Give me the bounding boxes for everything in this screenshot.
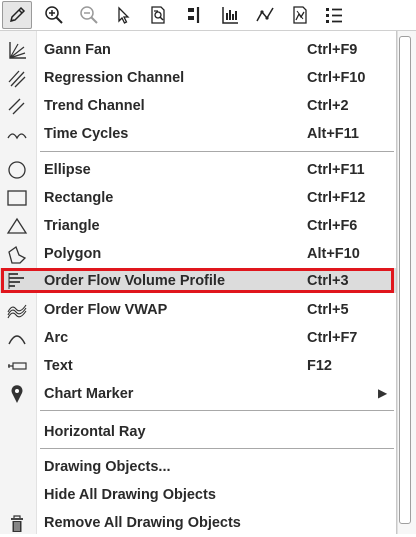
list-button[interactable]	[319, 1, 349, 29]
menu-item-label: Drawing Objects...	[44, 459, 171, 475]
text-icon	[6, 356, 28, 376]
regression-channel-icon	[6, 68, 28, 88]
bar-chart-button[interactable]	[215, 1, 245, 29]
indicator-icon	[293, 6, 307, 24]
menu-item-label: Arc	[44, 330, 69, 346]
menu-item-trend-channel[interactable]: Trend Channel Ctrl+2	[0, 92, 396, 120]
menu-item-shortcut: Ctrl+F9	[307, 42, 358, 58]
zoom-out-button[interactable]	[74, 1, 104, 29]
bar-chart-icon	[222, 7, 238, 24]
menu-item-rectangle[interactable]: Rectangle Ctrl+F12	[0, 184, 396, 212]
menu-item-shortcut: Ctrl+F6	[307, 218, 358, 234]
menu-separator	[40, 151, 394, 152]
menu-item-label: Order Flow VWAP	[44, 302, 168, 318]
cursor-icon	[118, 6, 130, 24]
polygon-icon	[6, 244, 28, 264]
menu-item-chart-marker[interactable]: Chart Marker ▶	[0, 380, 396, 408]
menu-item-order-flow-vwap[interactable]: Order Flow VWAP Ctrl+5	[0, 296, 396, 324]
data-box-icon	[151, 6, 165, 24]
menu-item-arc[interactable]: Arc Ctrl+F7	[0, 324, 396, 352]
menu-item-remove-all-drawing-objects[interactable]: Remove All Drawing Objects	[0, 509, 396, 537]
trash-icon	[6, 513, 28, 533]
menu-item-regression-channel[interactable]: Regression Channel Ctrl+F10	[0, 64, 396, 92]
trend-channel-icon	[6, 96, 28, 116]
menu-scrollbar-thumb[interactable]	[399, 36, 411, 524]
vwap-icon	[6, 300, 28, 320]
zoom-in-icon	[45, 6, 63, 24]
line-chart-icon	[256, 7, 274, 22]
menu-item-horizontal-ray[interactable]: Horizontal Ray	[0, 418, 396, 446]
menu-item-shortcut: Ctrl+5	[307, 302, 349, 318]
map-pin-icon	[6, 384, 28, 404]
menu-item-label: Order Flow Volume Profile	[44, 273, 226, 289]
menu-separator	[40, 410, 394, 411]
menu-item-label: Remove All Drawing Objects	[44, 515, 241, 531]
menu-item-label: Hide All Drawing Objects	[44, 487, 216, 503]
menu-item-triangle[interactable]: Triangle Ctrl+F6	[0, 212, 396, 240]
menu-item-label: Chart Marker	[44, 386, 134, 402]
menu-item-order-flow-volume-profile[interactable]: Order Flow Volume Profile Ctrl+3	[0, 268, 396, 293]
line-chart-button[interactable]	[250, 1, 280, 29]
menu-item-shortcut: Ctrl+F10	[307, 70, 366, 86]
ellipse-icon	[6, 160, 28, 180]
flag-bars-icon	[188, 7, 200, 23]
menu-item-label: Gann Fan	[44, 42, 111, 58]
zoom-in-button[interactable]	[39, 1, 69, 29]
menu-item-label: Triangle	[44, 218, 100, 234]
arc-icon	[6, 328, 28, 348]
menu-item-shortcut: Alt+F11	[307, 126, 359, 142]
pencil-icon	[9, 6, 26, 23]
menu-item-label: Polygon	[44, 246, 102, 262]
menu-item-label: Ellipse	[44, 162, 91, 178]
menu-item-shortcut: Alt+F10	[307, 246, 360, 262]
triangle-icon	[6, 216, 28, 236]
zoom-out-icon	[80, 6, 98, 24]
menu-item-time-cycles[interactable]: Time Cycles Alt+F11	[0, 120, 396, 148]
drawing-toolbar	[0, 0, 416, 31]
menu-item-shortcut: Ctrl+2	[307, 98, 349, 114]
menu-item-hide-all-drawing-objects[interactable]: Hide All Drawing Objects	[0, 481, 396, 509]
menu-separator	[40, 448, 394, 449]
time-cycles-icon	[6, 124, 28, 144]
menu-item-label: Rectangle	[44, 190, 114, 206]
menu-item-ellipse[interactable]: Ellipse Ctrl+F11	[0, 156, 396, 184]
menu-item-label: Time Cycles	[44, 126, 129, 142]
data-box-button[interactable]	[143, 1, 173, 29]
menu-item-shortcut: Ctrl+3	[307, 273, 349, 289]
flag-bars-button[interactable]	[180, 1, 210, 29]
menu-item-drawing-objects[interactable]: Drawing Objects...	[0, 453, 396, 481]
menu-item-shortcut: F12	[307, 358, 332, 374]
drawing-tools-menu: Gann Fan Ctrl+F9 Regression Channel Ctrl…	[0, 31, 397, 534]
menu-item-shortcut: Ctrl+F11	[307, 162, 365, 178]
menu-item-label: Trend Channel	[44, 98, 145, 114]
menu-item-polygon[interactable]: Polygon Alt+F10	[0, 240, 396, 268]
menu-item-shortcut: Ctrl+F7	[307, 330, 358, 346]
menu-item-label: Regression Channel	[44, 70, 185, 86]
menu-item-text[interactable]: Text F12	[0, 352, 396, 380]
menu-item-gann-fan[interactable]: Gann Fan Ctrl+F9	[0, 36, 396, 64]
indicator-button[interactable]	[285, 1, 315, 29]
cursor-button[interactable]	[108, 1, 138, 29]
menu-item-label: Horizontal Ray	[44, 424, 146, 440]
list-icon	[326, 8, 342, 23]
pencil-button[interactable]	[2, 1, 32, 29]
menu-item-shortcut: Ctrl+F12	[307, 190, 366, 206]
rectangle-icon	[6, 188, 28, 208]
menu-item-label: Text	[44, 358, 73, 374]
gann-fan-icon	[6, 40, 28, 60]
volume-profile-icon	[6, 271, 28, 291]
submenu-arrow-icon: ▶	[378, 386, 388, 400]
